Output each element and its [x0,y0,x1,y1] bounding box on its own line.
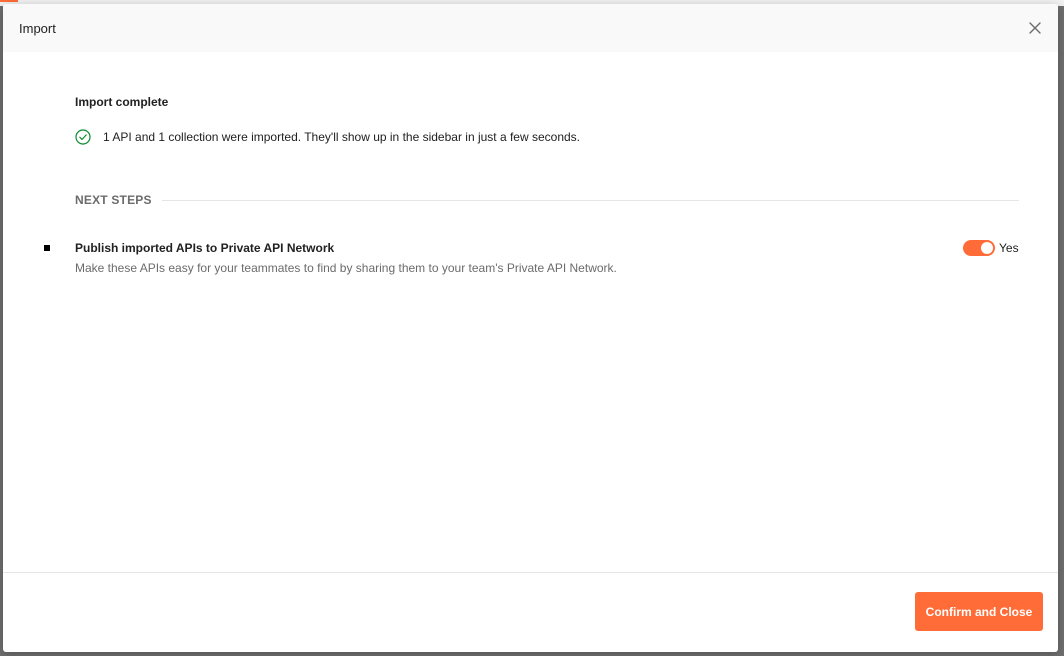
next-steps-label: NEXT STEPS [75,193,152,207]
next-steps-divider [161,199,1019,201]
toggle-knob [981,242,993,254]
import-status-message: 1 API and 1 collection were imported. Th… [103,130,580,144]
next-steps-header: NEXT STEPS [75,193,1019,207]
publish-toggle[interactable]: Yes [963,240,1019,256]
close-icon [1029,22,1041,34]
modal-header: Import [3,4,1058,52]
import-modal: Import Import complete 1 API and 1 colle… [3,4,1058,652]
confirm-and-close-button[interactable]: Confirm and Close [915,592,1043,631]
import-complete-heading: Import complete [75,95,169,109]
check-circle-icon [75,129,91,145]
step-description: Make these APIs easy for your teammates … [75,261,617,275]
step-bullet [44,245,50,251]
import-status: 1 API and 1 collection were imported. Th… [75,128,580,146]
step-title: Publish imported APIs to Private API Net… [75,241,335,255]
app-backdrop-accent [0,0,18,2]
modal-title: Import [19,21,56,36]
toggle-label: Yes [999,241,1019,255]
footer-divider [3,572,1058,573]
toggle-switch[interactable] [963,240,995,256]
close-button[interactable] [1026,19,1044,37]
